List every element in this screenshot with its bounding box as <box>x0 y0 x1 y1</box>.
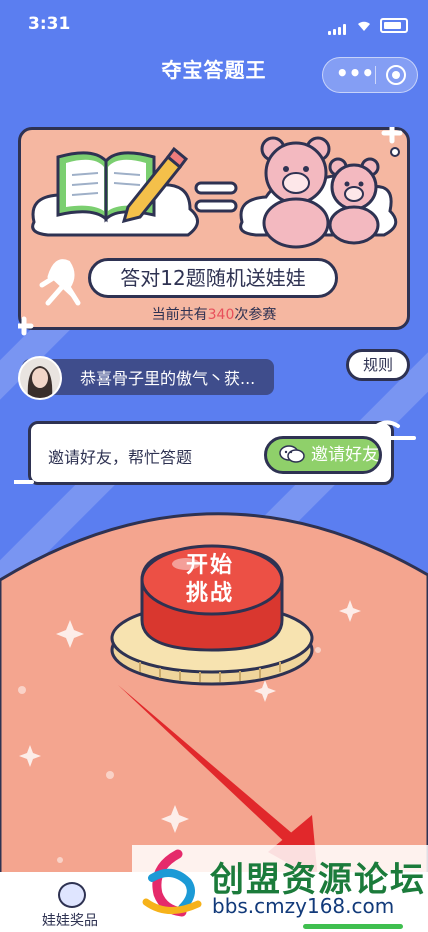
more-button[interactable]: ••• <box>335 63 375 84</box>
status-time: 3:31 <box>28 14 71 34</box>
status-bar: 3:31 <box>0 0 428 44</box>
mini-program-capsule: ••• <box>322 57 418 93</box>
count-number: 340 <box>207 307 235 323</box>
count-prefix: 当前共有 <box>151 307 208 323</box>
count-suffix: 次参赛 <box>234 307 277 323</box>
invite-text: 邀请好友，帮忙答题 <box>48 448 193 467</box>
home-indicator <box>303 924 403 929</box>
teddy-bear-icon <box>260 136 380 249</box>
wechat-icon <box>279 445 305 463</box>
watermark-logo <box>142 849 202 917</box>
battery-icon <box>380 18 408 33</box>
signal-icon <box>328 16 348 35</box>
wifi-icon <box>358 21 370 31</box>
participation-count: 当前共有340次参赛 <box>0 304 428 324</box>
notice-text: 恭喜骨子里的傲气丶获... <box>80 369 256 388</box>
start-button-label[interactable]: 开始 挑战 <box>150 552 270 608</box>
banner-slogan: 答对12题随机送娃娃 <box>88 258 338 298</box>
capsule-divider <box>375 66 376 84</box>
avatar <box>18 356 62 400</box>
start-label-line1: 开始 <box>185 553 234 578</box>
watermark-url: bbs.cmzy168.com <box>212 894 395 918</box>
doll-face-icon <box>58 882 86 908</box>
invite-friends-button[interactable]: 邀请好友 <box>264 436 382 474</box>
rules-button[interactable]: 规则 <box>346 349 410 381</box>
close-button[interactable] <box>386 65 406 85</box>
invite-button-label: 邀请好友 <box>311 445 379 465</box>
tab-doll-prizes[interactable]: 娃娃奖品 <box>30 876 110 929</box>
start-label-line2: 挑战 <box>185 581 234 606</box>
tab-label: 娃娃奖品 <box>42 913 98 929</box>
